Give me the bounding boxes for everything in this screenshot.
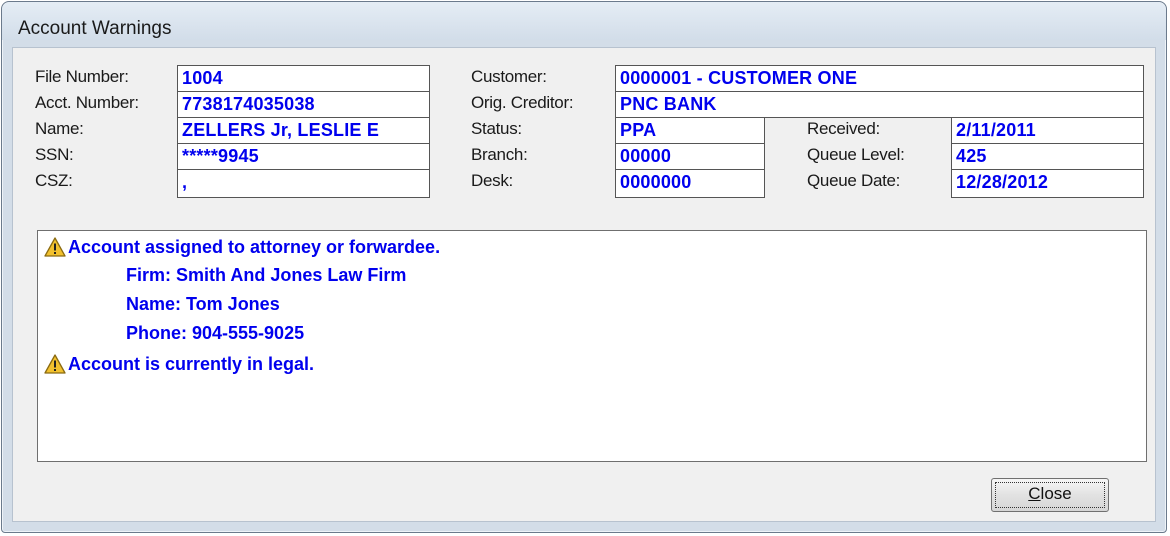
acct-number-label: Acct. Number: [35, 93, 139, 112]
status-field[interactable]: PPA [615, 117, 765, 144]
ssn-field[interactable]: *****9945 [177, 143, 430, 170]
warning-icon [44, 354, 66, 374]
warning-detail: Phone: 904-555-9025 [126, 323, 305, 343]
warnings-list[interactable]: Account assigned to attorney or forwarde… [37, 230, 1147, 462]
acct-number-field[interactable]: 7738174035038 [177, 91, 430, 118]
queue-date-label: Queue Date: [807, 171, 901, 190]
close-button[interactable]: Close [991, 478, 1109, 512]
desk-label: Desk: [471, 171, 513, 190]
received-field[interactable]: 2/11/2011 [951, 117, 1144, 144]
name-field[interactable]: ZELLERS Jr, LESLIE E [177, 117, 430, 144]
name-label: Name: [35, 119, 84, 138]
file-number-label: File Number: [35, 67, 129, 86]
warning-message: Account is currently in legal. [68, 354, 315, 374]
customer-label: Customer: [471, 67, 547, 86]
desk-field[interactable]: 0000000 [615, 169, 765, 198]
branch-field[interactable]: 00000 [615, 143, 765, 170]
queue-level-field[interactable]: 425 [951, 143, 1144, 170]
account-warnings-window: Account Warnings File Number: 1004 Acct.… [1, 1, 1167, 533]
branch-label: Branch: [471, 145, 528, 164]
status-label: Status: [471, 119, 522, 138]
warning-message: Account assigned to attorney or forwarde… [68, 237, 441, 257]
dialog-body: File Number: 1004 Acct. Number: 77381740… [12, 47, 1156, 522]
window-title: Account Warnings [18, 18, 172, 39]
csz-label: CSZ: [35, 171, 73, 190]
title-bar[interactable]: Account Warnings [2, 2, 1166, 40]
received-label: Received: [807, 119, 880, 138]
queue-date-field[interactable]: 12/28/2012 [951, 169, 1144, 198]
focus-rectangle [995, 482, 1105, 508]
customer-field[interactable]: 0000001 - CUSTOMER ONE [615, 65, 1144, 92]
file-number-field[interactable]: 1004 [177, 65, 430, 92]
csz-field[interactable]: , [177, 169, 430, 198]
warning-icon [44, 237, 66, 257]
warning-detail: Firm: Smith And Jones Law Firm [126, 265, 407, 285]
warning-detail: Name: Tom Jones [126, 294, 280, 314]
queue-level-label: Queue Level: [807, 145, 905, 164]
ssn-label: SSN: [35, 145, 74, 164]
orig-creditor-field[interactable]: PNC BANK [615, 91, 1144, 118]
orig-creditor-label: Orig. Creditor: [471, 93, 574, 112]
